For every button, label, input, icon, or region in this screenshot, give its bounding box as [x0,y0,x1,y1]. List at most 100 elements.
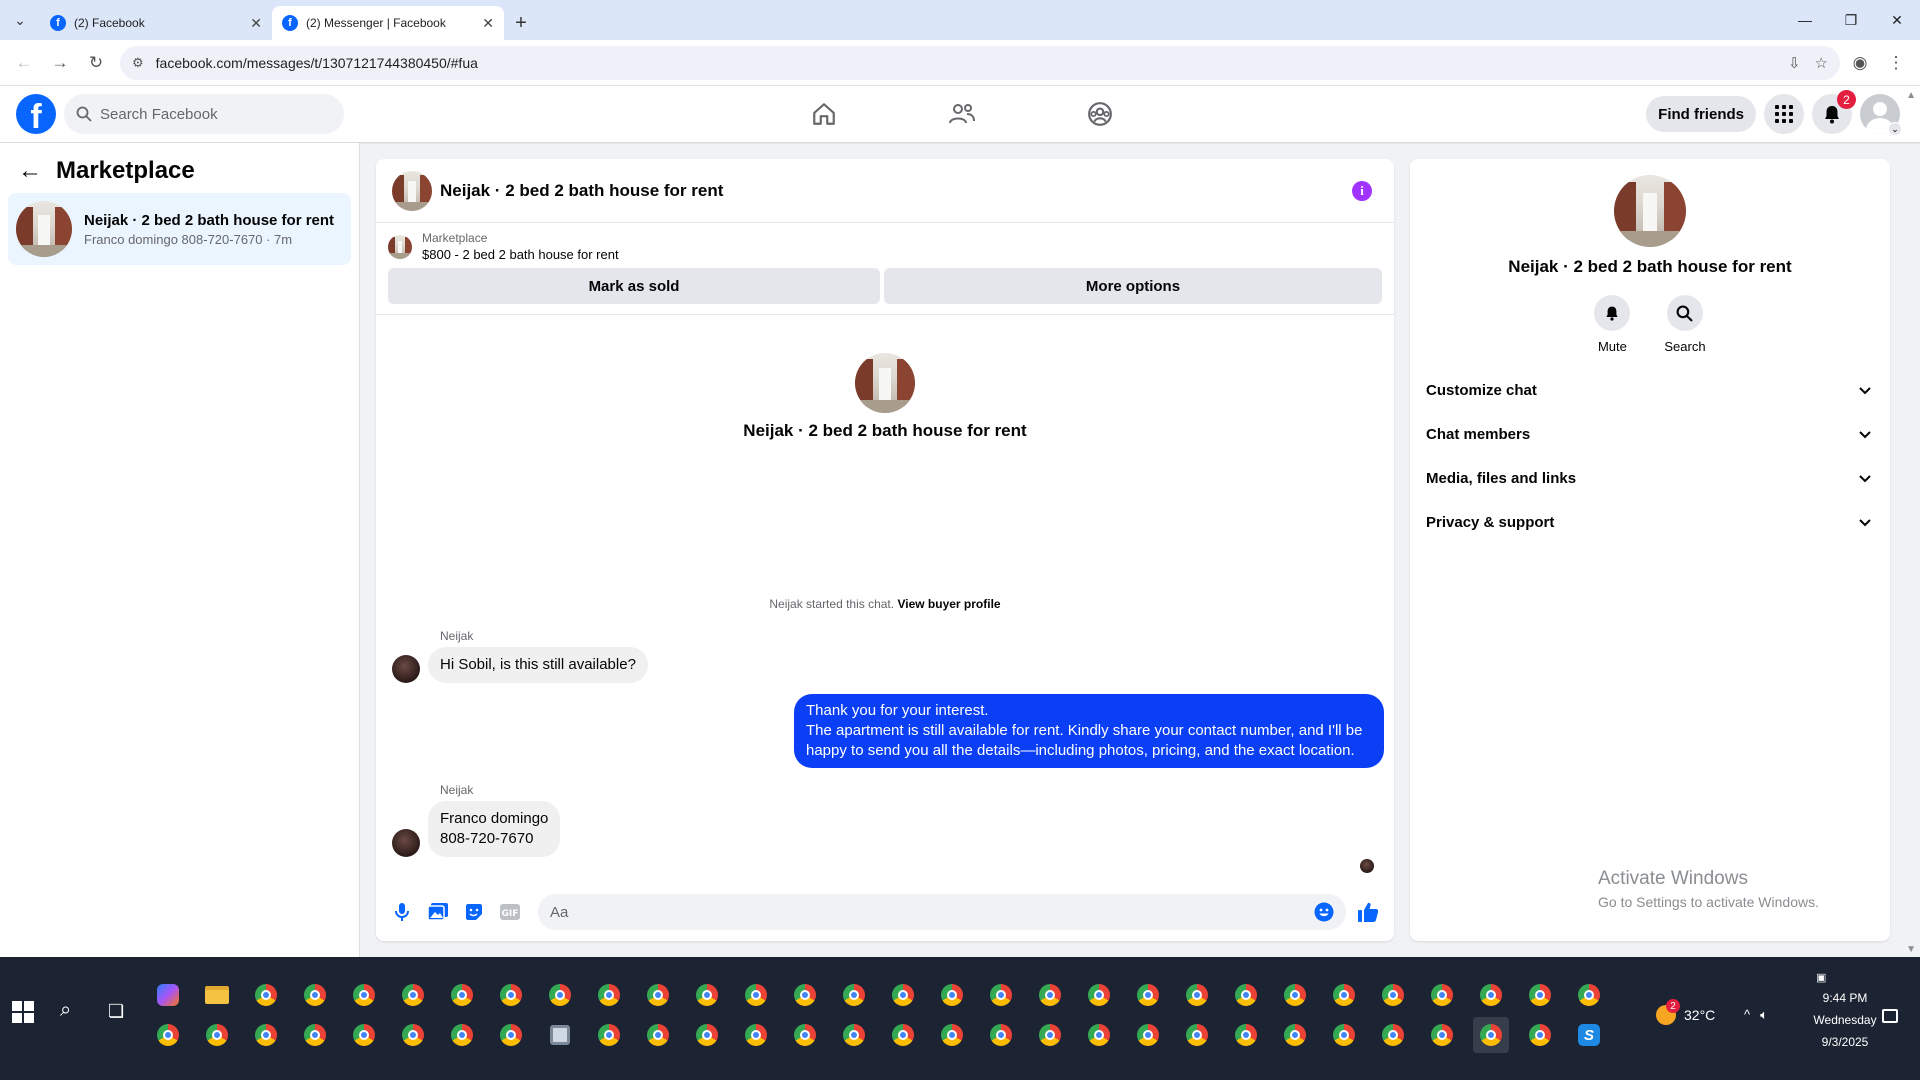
section-privacy-support[interactable]: Privacy & support [1418,500,1882,544]
chrome-window[interactable] [1326,977,1362,1013]
address-bar[interactable]: ⚙ facebook.com/messages/t/13071217443804… [120,45,1840,80]
back-button[interactable]: ← [8,47,40,79]
back-arrow-icon[interactable]: ← [18,157,42,185]
facebook-logo-icon[interactable]: f [16,94,56,134]
sway-app[interactable]: S [1571,1017,1607,1053]
chrome-window[interactable] [1375,1017,1411,1053]
chrome-window[interactable] [346,977,382,1013]
chrome-window[interactable] [297,1017,333,1053]
incoming-message[interactable]: Hi Sobil, is this still available? [428,647,648,683]
chrome-window[interactable] [493,1017,529,1053]
message-input[interactable] [550,903,1314,921]
chrome-window[interactable] [591,977,627,1013]
chrome-window[interactable] [1424,1017,1460,1053]
chrome-window[interactable] [1081,1017,1117,1053]
chrome-window[interactable] [1130,977,1166,1013]
chrome-window[interactable] [885,1017,921,1053]
chrome-window[interactable] [1032,1017,1068,1053]
chrome-window[interactable] [297,977,333,1013]
forward-button[interactable]: → [44,47,76,79]
nav-groups[interactable] [1031,86,1169,142]
chrome-window[interactable] [787,977,823,1013]
nav-home[interactable] [755,86,893,142]
chrome-window[interactable] [689,1017,725,1053]
notifications-button[interactable]: 2 [1812,90,1856,134]
taskbar-search-icon[interactable]: ⌕ [60,999,71,1022]
chrome-window[interactable] [836,1017,872,1053]
chrome-window[interactable] [640,1017,676,1053]
chrome-window[interactable] [1081,977,1117,1013]
nav-friends[interactable] [893,86,1031,142]
menu-grid-button[interactable] [1764,94,1804,134]
chrome-window[interactable] [199,1017,235,1053]
tray-device-icon[interactable]: ▣ [1816,971,1826,984]
section-media-files-links[interactable]: Media, files and links [1418,456,1882,500]
chrome-window[interactable] [444,977,480,1013]
search-in-chat-button[interactable] [1666,295,1703,331]
chrome-window[interactable] [1522,977,1558,1013]
mute-action[interactable]: Mute [1594,295,1631,354]
chrome-window[interactable] [1228,977,1264,1013]
info-icon[interactable]: i [1352,181,1372,201]
search-action[interactable]: Search [1664,295,1706,354]
facebook-search[interactable] [64,94,344,134]
photos-app[interactable] [542,1017,578,1053]
task-view-icon[interactable]: ❏ [108,1001,124,1022]
close-tab-icon[interactable]: ✕ [250,15,262,32]
chrome-window[interactable] [1522,1017,1558,1053]
url-text[interactable]: facebook.com/messages/t/1307121744380450… [156,55,1776,71]
chrome-window[interactable] [836,977,872,1013]
site-info-icon[interactable]: ⚙ [132,55,144,71]
reload-button[interactable]: ↻ [80,47,112,79]
section-chat-members[interactable]: Chat members [1418,412,1882,456]
chrome-window[interactable] [395,1017,431,1053]
chrome-window[interactable] [640,977,676,1013]
search-input[interactable] [100,105,320,123]
chrome-window[interactable] [493,977,529,1013]
volume-icon[interactable]: 🔈︎ [1760,1007,1768,1023]
chrome-window[interactable] [738,1017,774,1053]
section-customize-chat[interactable]: Customize chat [1418,368,1882,412]
scroll-up-icon[interactable]: ▲ [1906,90,1916,101]
chrome-window[interactable] [1179,1017,1215,1053]
outgoing-message[interactable]: Thank you for your interest. The apartme… [794,694,1384,768]
close-window-icon[interactable]: ✕ [1874,0,1920,40]
chrome-window[interactable] [248,977,284,1013]
chrome-window[interactable] [885,977,921,1013]
chrome-window[interactable] [444,1017,480,1053]
bookmark-star-icon[interactable]: ☆ [1815,54,1828,72]
browser-menu-icon[interactable]: ⋮ [1880,47,1912,79]
chrome-window[interactable] [1277,1017,1313,1053]
browser-tab-facebook[interactable]: f (2) Facebook ✕ [40,6,272,40]
view-buyer-profile-link[interactable]: View buyer profile [897,597,1000,611]
chrome-window[interactable] [346,1017,382,1053]
chrome-window[interactable] [787,1017,823,1053]
file-explorer-app[interactable] [199,977,235,1013]
minimize-icon[interactable]: — [1782,0,1828,40]
sticker-button[interactable] [460,898,488,926]
install-app-icon[interactable]: ⇩ [1788,54,1801,72]
chrome-window[interactable] [1473,977,1509,1013]
chrome-window[interactable] [934,1017,970,1053]
scroll-down-icon[interactable]: ▼ [1906,944,1916,955]
gif-button[interactable]: GIF [496,898,524,926]
listing-info[interactable]: Marketplace $800 - 2 bed 2 bath house fo… [388,231,1382,262]
info-avatar[interactable] [1614,175,1686,247]
conversation-item[interactable]: Neijak · 2 bed 2 bath house for rent Fra… [8,193,351,265]
incoming-message[interactable]: Franco domingo 808-720-7670 [428,801,561,857]
sender-avatar[interactable] [392,829,420,857]
taskbar-clock[interactable]: 9:44 PM Wednesday 9/3/2025 [1800,987,1890,1053]
chrome-window[interactable] [934,977,970,1013]
emoji-icon[interactable] [1314,902,1334,922]
voice-clip-button[interactable] [388,898,416,926]
show-hidden-icons-icon[interactable]: ^ [1744,1007,1750,1023]
windows-start-icon[interactable] [12,1001,34,1023]
find-friends-button[interactable]: Find friends [1646,96,1756,132]
chrome-window[interactable] [1326,1017,1362,1053]
chrome-window[interactable] [689,977,725,1013]
more-options-button[interactable]: More options [884,268,1382,304]
chat-avatar[interactable] [392,170,432,211]
chrome-window[interactable] [738,977,774,1013]
sender-avatar[interactable] [392,655,420,683]
send-like-button[interactable] [1354,898,1382,926]
